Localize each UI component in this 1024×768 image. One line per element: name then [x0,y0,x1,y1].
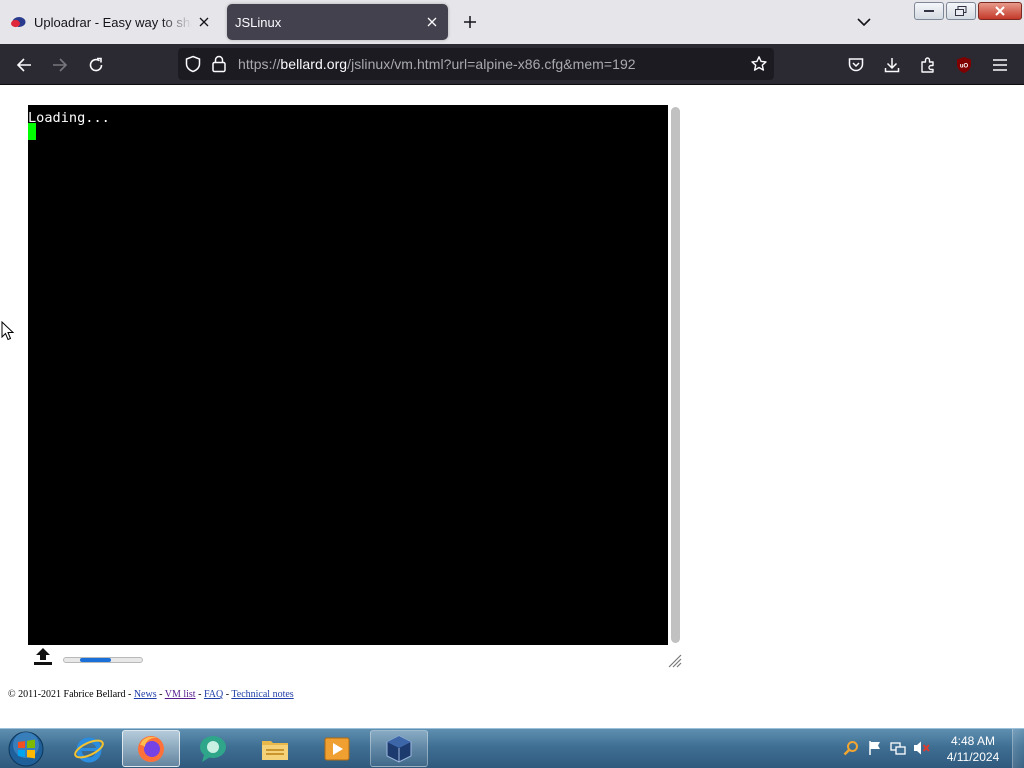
firefox-icon [138,735,164,762]
volume-muted-icon [914,741,930,755]
resize-handle-icon[interactable] [668,654,682,668]
ublock-origin-button[interactable]: uO [951,52,977,78]
close-icon [995,6,1005,16]
chevron-down-icon [857,18,871,27]
taskbar-file-explorer[interactable] [246,730,304,767]
address-bar[interactable]: https://bellard.org/jslinux/vm.html?url=… [178,48,774,80]
upload-progress-bar [63,657,143,663]
close-tab-icon[interactable] [192,10,216,34]
arrow-right-icon [53,58,68,72]
tab-jslinux[interactable]: JSLinux [227,4,448,40]
tab-title: JSLinux [235,14,282,30]
internet-explorer-icon [74,737,104,762]
upload-file-button[interactable] [33,647,53,667]
flag-icon [869,741,880,755]
tray-network[interactable] [889,738,907,758]
uploadrar-favicon-icon [11,17,26,28]
download-icon [884,58,900,73]
extensions-button[interactable] [915,52,941,78]
tab-strip: Uploadrar - Easy way to share y JSLinux [0,0,1024,44]
window-controls [914,2,1022,20]
page-footer: © 2011-2021 Fabrice Bellard - News - VM … [8,689,294,700]
vm-list-link[interactable]: VM list [165,689,196,700]
ublock-origin-icon: uO [957,57,971,73]
terminal-cursor [28,123,36,140]
windows-start-orb-icon [8,731,44,767]
forward-button[interactable] [47,52,73,78]
list-all-tabs-button[interactable] [852,10,876,34]
tray-search[interactable] [842,738,860,758]
restore-icon [955,6,967,16]
tab-title: Uploadrar - Easy way to share y [34,14,192,30]
restore-button[interactable] [946,2,976,20]
pocket-button[interactable] [843,52,869,78]
url-scheme: https:// [238,56,281,72]
technical-notes-link[interactable]: Technical notes [231,689,293,700]
terminal-output: Loading... [28,110,110,126]
svg-text:uO: uO [960,64,969,70]
scrollbar-thumb[interactable] [671,107,680,643]
reload-button[interactable] [83,52,109,78]
taskbar-virtualbox[interactable] [370,730,428,767]
downloads-button[interactable] [879,52,905,78]
tray-volume[interactable] [913,738,931,758]
close-tab-icon[interactable] [420,10,444,34]
separator: - [195,689,204,700]
clock-date: 4/11/2024 [946,750,1000,764]
media-player-icon [324,737,350,760]
back-button[interactable] [11,52,37,78]
minimize-icon [924,10,934,12]
url-host: bellard.org [280,56,348,72]
taskbar-firefox[interactable] [122,730,180,767]
tray-action-center[interactable] [866,738,884,758]
terminal-scrollbar[interactable] [668,105,683,645]
news-link[interactable]: News [134,689,157,700]
pocket-icon [848,58,864,72]
messenger-chat-icon [200,735,226,762]
folder-icon [262,740,288,760]
start-button[interactable] [6,731,46,767]
upload-progress-fill [79,658,111,662]
search-icon [843,741,858,756]
nav-toolbar: https://bellard.org/jslinux/vm.html?url=… [0,44,1024,85]
bookmark-star-icon[interactable] [750,55,768,73]
show-desktop-button[interactable] [1012,729,1024,768]
url-text[interactable]: https://bellard.org/jslinux/vm.html?url=… [238,56,636,72]
close-window-button[interactable] [978,2,1022,20]
clock-time: 4:48 AM [950,734,996,748]
terminal-screen[interactable]: Loading... [28,105,668,645]
arrow-left-icon [16,58,31,72]
system-clock[interactable]: 4:48 AM 4/11/2024 [938,733,1008,765]
plus-icon [464,16,476,28]
taskbar-media-player[interactable] [308,730,366,767]
minimize-button[interactable] [914,2,944,20]
taskbar-internet-explorer[interactable] [60,730,118,767]
puzzle-piece-icon [921,57,934,73]
new-tab-button[interactable] [458,10,482,34]
taskbar-messenger[interactable] [184,730,242,767]
lock-icon[interactable] [211,55,227,73]
virtualbox-icon [386,734,412,763]
tab-uploadrar[interactable]: Uploadrar - Easy way to share y [2,4,220,40]
reload-icon [89,57,103,72]
network-icon [890,742,906,755]
upload-icon [34,648,52,665]
hamburger-menu-icon [993,59,1007,71]
mouse-pointer-icon [1,321,15,341]
windows-taskbar: 4:48 AM 4/11/2024 [0,728,1024,768]
tracking-shield-icon[interactable] [184,55,202,73]
app-menu-button[interactable] [987,52,1013,78]
copyright-text: © 2011-2021 Fabrice Bellard - [8,689,134,700]
separator: - [156,689,165,700]
faq-link[interactable]: FAQ [204,689,223,700]
url-path: /jslinux/vm.html?url=alpine-x86.cfg&mem=… [347,56,636,72]
